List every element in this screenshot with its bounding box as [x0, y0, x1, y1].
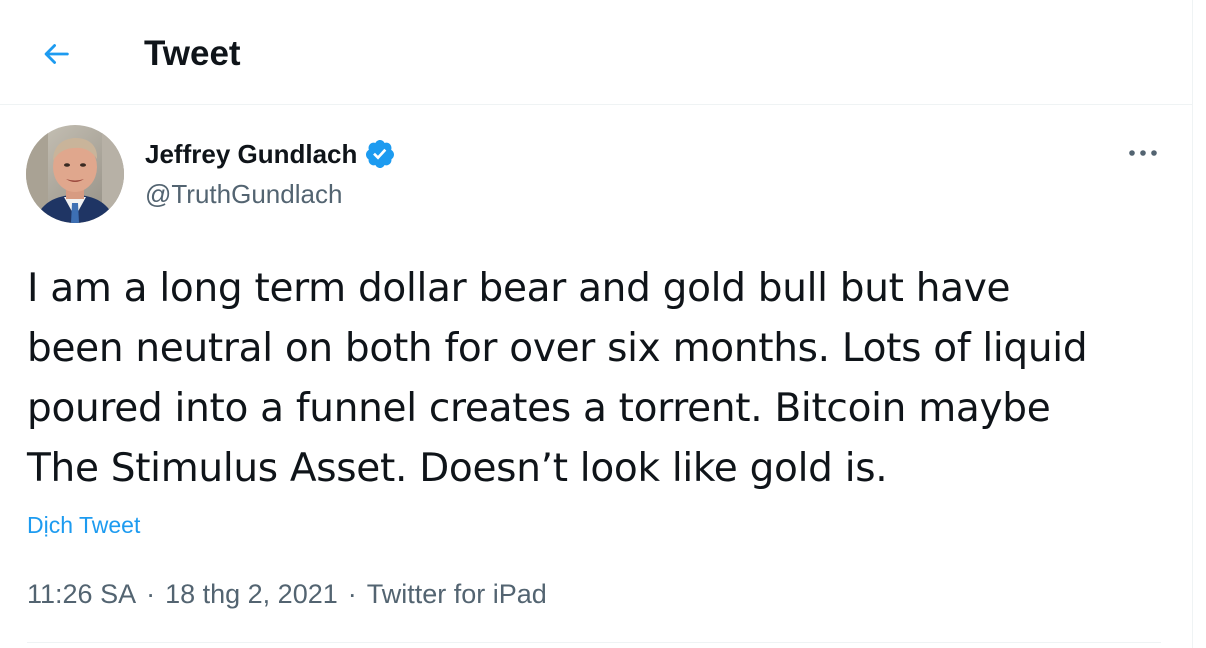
avatar[interactable] — [26, 125, 124, 223]
tweet-time[interactable]: 11:26 SA — [27, 577, 136, 611]
more-options-button[interactable] — [1122, 135, 1164, 171]
author-handle[interactable]: @TruthGundlach — [145, 177, 342, 211]
tweet-text: I am a long term dollar bear and gold bu… — [27, 266, 1088, 491]
meta-separator: · — [347, 579, 357, 609]
tweet-detail: Jeffrey Gundlach @TruthGundlach I am a l… — [0, 105, 1192, 648]
divider — [27, 642, 1161, 643]
author-name-row: Jeffrey Gundlach — [145, 137, 396, 171]
tweet-source[interactable]: Twitter for iPad — [367, 577, 547, 611]
author-name[interactable]: Jeffrey Gundlach — [145, 137, 357, 171]
meta-separator: · — [146, 579, 156, 609]
translate-tweet-link[interactable]: Dịch Tweet — [27, 510, 140, 540]
column-border — [1192, 0, 1193, 648]
page-title: Tweet — [144, 34, 241, 73]
tweet-meta: 11:26 SA · 18 thg 2, 2021 · Twitter for … — [27, 577, 547, 611]
tweet-date[interactable]: 18 thg 2, 2021 — [165, 577, 338, 611]
arrow-left-icon — [44, 44, 69, 64]
more-horizontal-icon — [1129, 150, 1157, 156]
back-button[interactable] — [28, 26, 84, 82]
page-header: Tweet — [0, 0, 1192, 105]
verified-badge-icon — [366, 140, 395, 168]
